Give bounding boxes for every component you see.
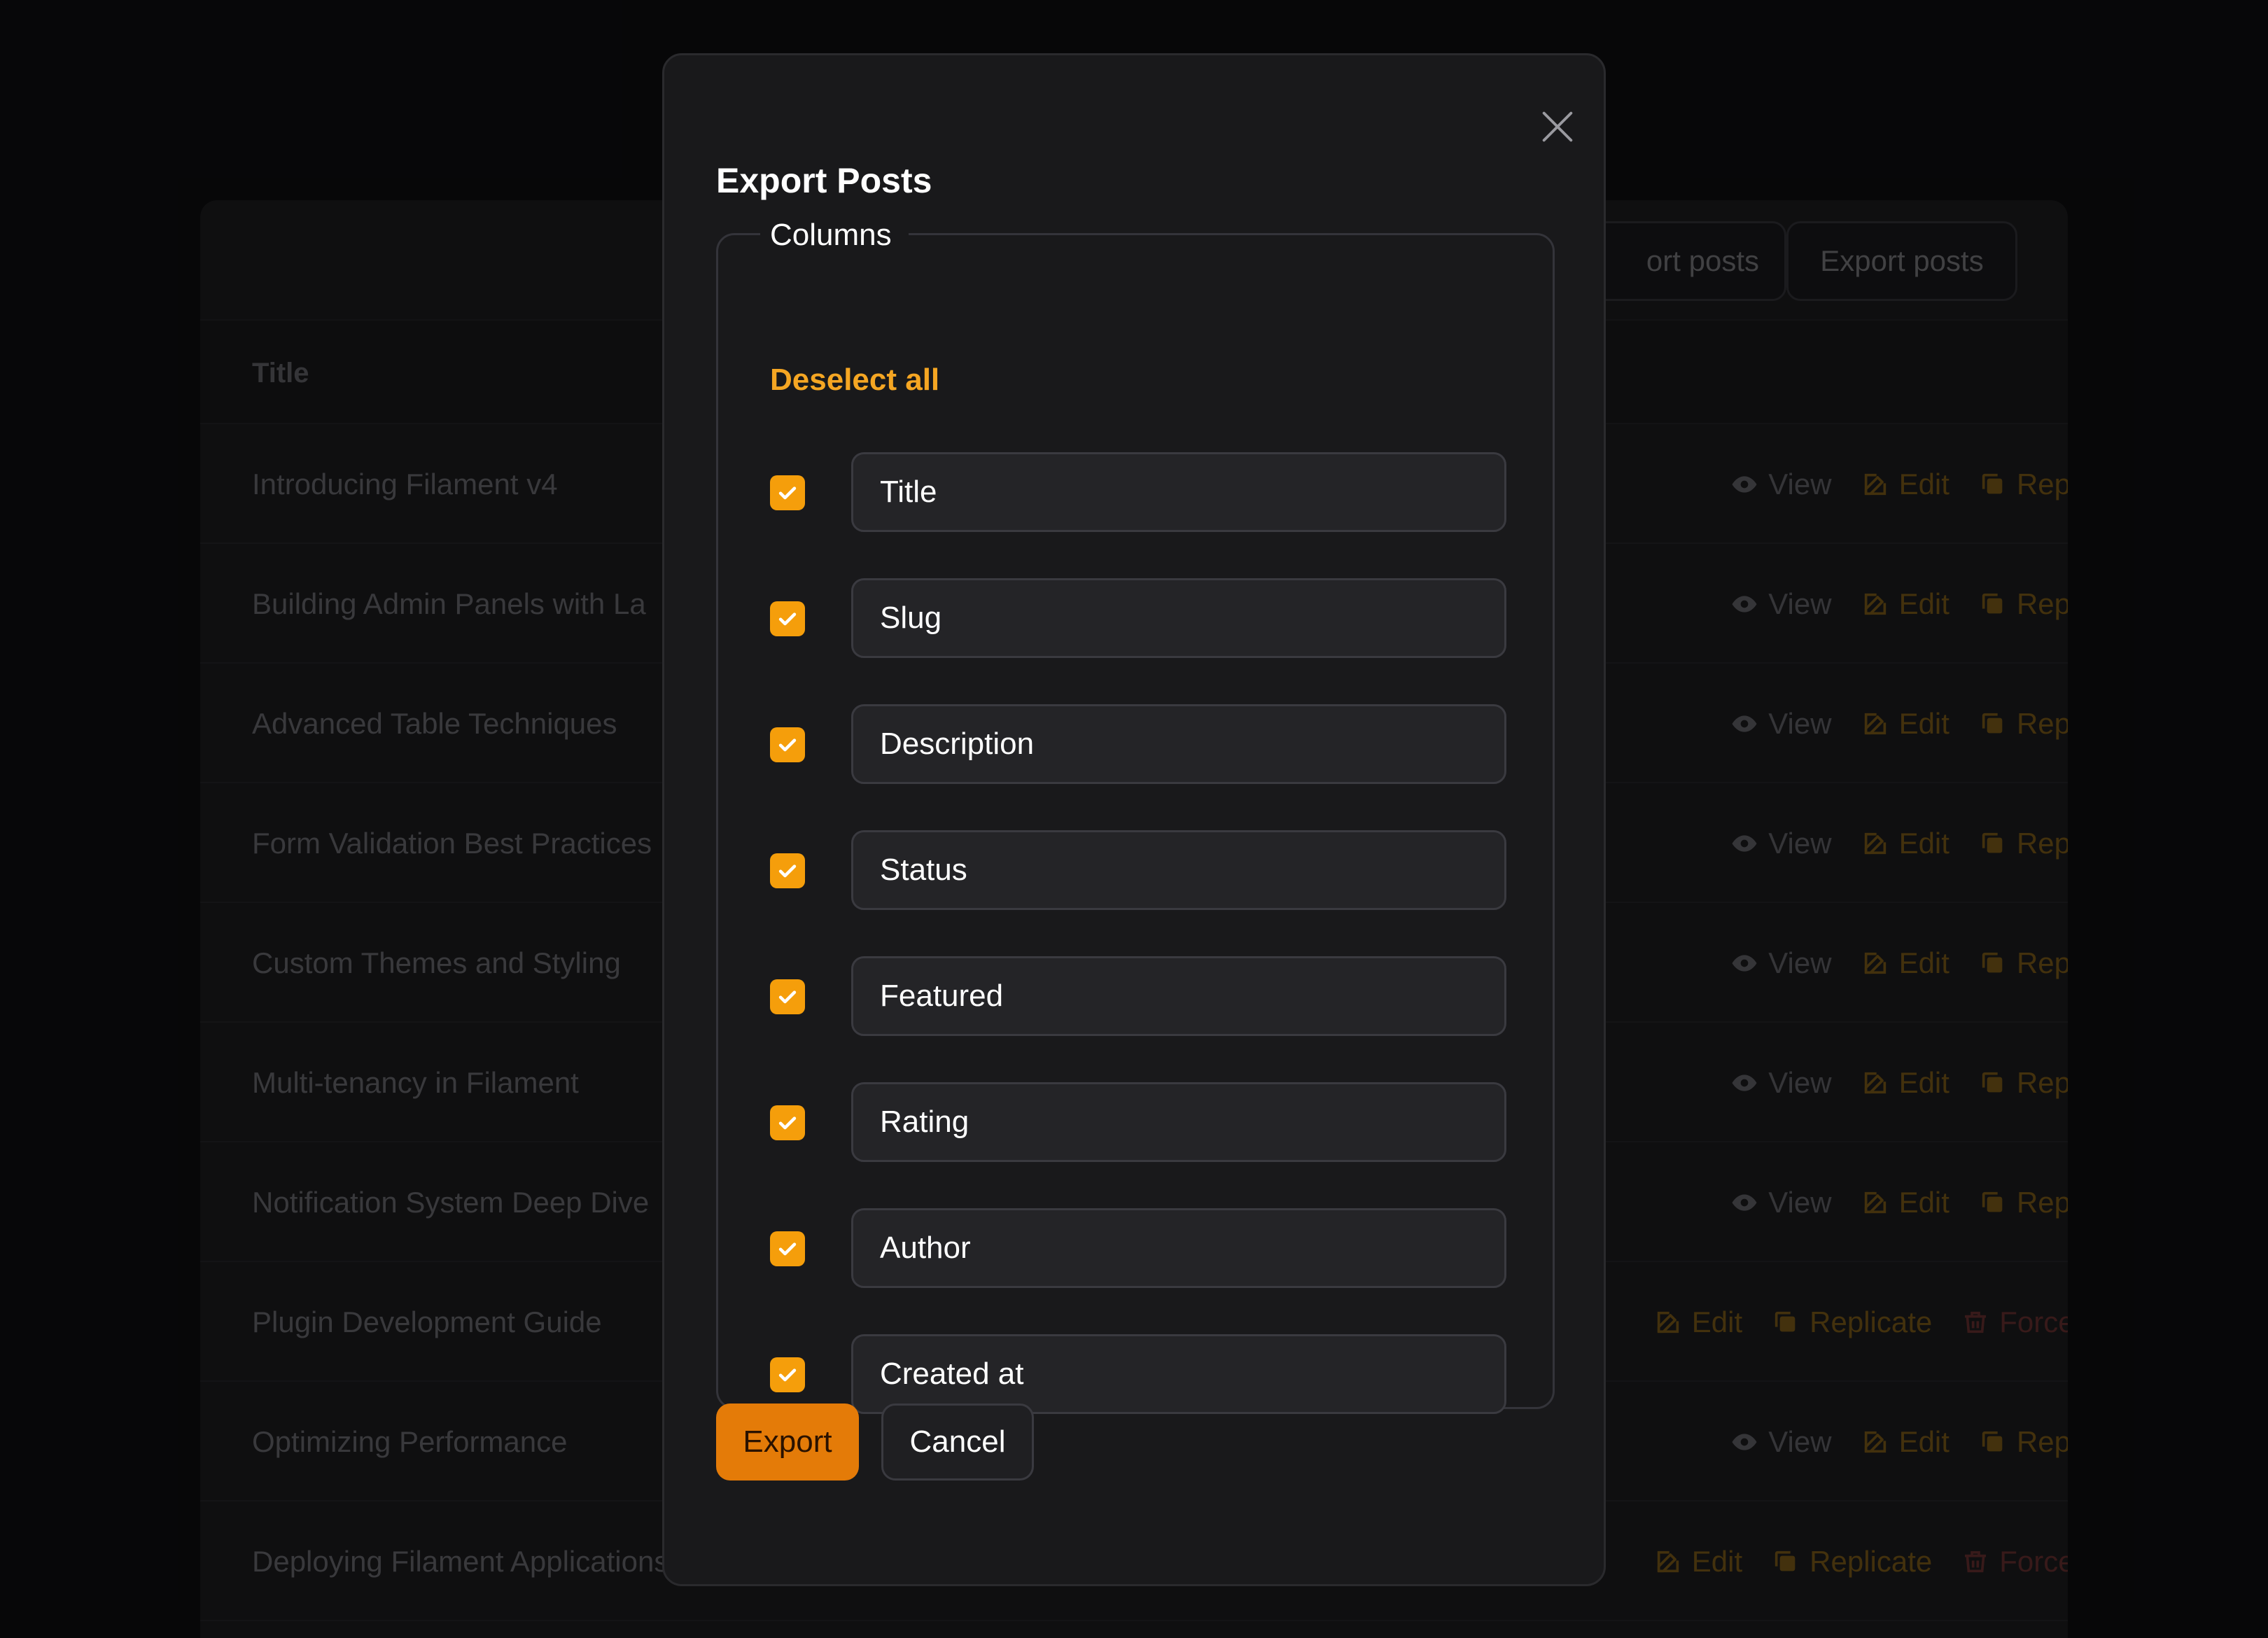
column-option: Title <box>718 452 1553 532</box>
column-checkbox[interactable] <box>770 727 805 762</box>
column-option: Slug <box>718 578 1553 658</box>
columns-legend: Columns <box>760 216 909 255</box>
check-icon <box>778 1368 797 1382</box>
column-option: Featured <box>718 956 1553 1036</box>
column-label-input[interactable]: Status <box>851 830 1506 910</box>
column-option: Author <box>718 1208 1553 1288</box>
column-checkbox[interactable] <box>770 475 805 510</box>
column-label-input[interactable]: Featured <box>851 956 1506 1036</box>
column-option: Rating <box>718 1082 1553 1162</box>
column-option: Created at <box>718 1334 1553 1414</box>
column-checkbox[interactable] <box>770 853 805 888</box>
columns-fieldset: Columns Deselect all Title Slug Descriptio… <box>716 216 1555 1414</box>
close-icon <box>1542 111 1573 142</box>
deselect-all-link[interactable]: Deselect all <box>770 363 939 398</box>
column-checkbox[interactable] <box>770 1357 805 1392</box>
check-icon <box>778 738 797 752</box>
check-icon <box>778 1242 797 1256</box>
export-button-label: Export <box>743 1424 832 1459</box>
column-label-input[interactable]: Created at <box>851 1334 1506 1414</box>
column-checkbox[interactable] <box>770 1231 805 1266</box>
column-label-input[interactable]: Description <box>851 704 1506 784</box>
column-option: Description <box>718 704 1553 784</box>
close-modal-button[interactable] <box>1530 99 1586 155</box>
column-checkbox[interactable] <box>770 1105 805 1140</box>
check-icon <box>778 486 797 500</box>
cancel-button-label: Cancel <box>909 1424 1006 1459</box>
modal-title: Export Posts <box>716 161 932 200</box>
column-option: Status <box>718 830 1553 910</box>
check-icon <box>778 864 797 878</box>
column-checkbox[interactable] <box>770 601 805 636</box>
column-label-input[interactable]: Slug <box>851 578 1506 658</box>
check-icon <box>778 1116 797 1130</box>
export-modal: Export Posts Columns Deselect all Title S… <box>662 53 1606 1586</box>
column-label-input[interactable]: Author <box>851 1208 1506 1288</box>
column-label-input[interactable]: Rating <box>851 1082 1506 1162</box>
column-checkbox[interactable] <box>770 979 805 1014</box>
check-icon <box>778 990 797 1004</box>
cancel-button[interactable]: Cancel <box>881 1404 1034 1480</box>
check-icon <box>778 612 797 626</box>
export-button[interactable]: Export <box>716 1404 859 1480</box>
column-label-input[interactable]: Title <box>851 452 1506 532</box>
